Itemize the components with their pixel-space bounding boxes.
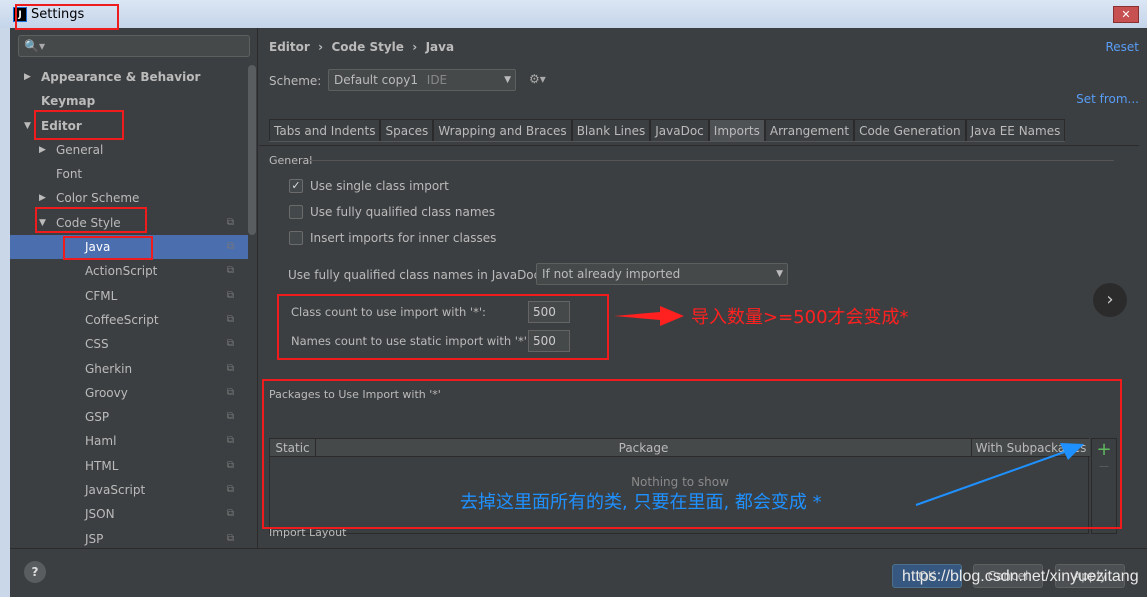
red-arrow-icon [614, 306, 684, 326]
count-annotation: 导入数量>=500才会变成* [691, 307, 909, 328]
packages-annotation: 去掉这里面所有的类, 只要在里面, 都会变成 * [460, 492, 822, 513]
watermark: https://blog.csdn.net/xinyuezitang [902, 568, 1139, 585]
blue-arrow-line [915, 449, 1071, 506]
